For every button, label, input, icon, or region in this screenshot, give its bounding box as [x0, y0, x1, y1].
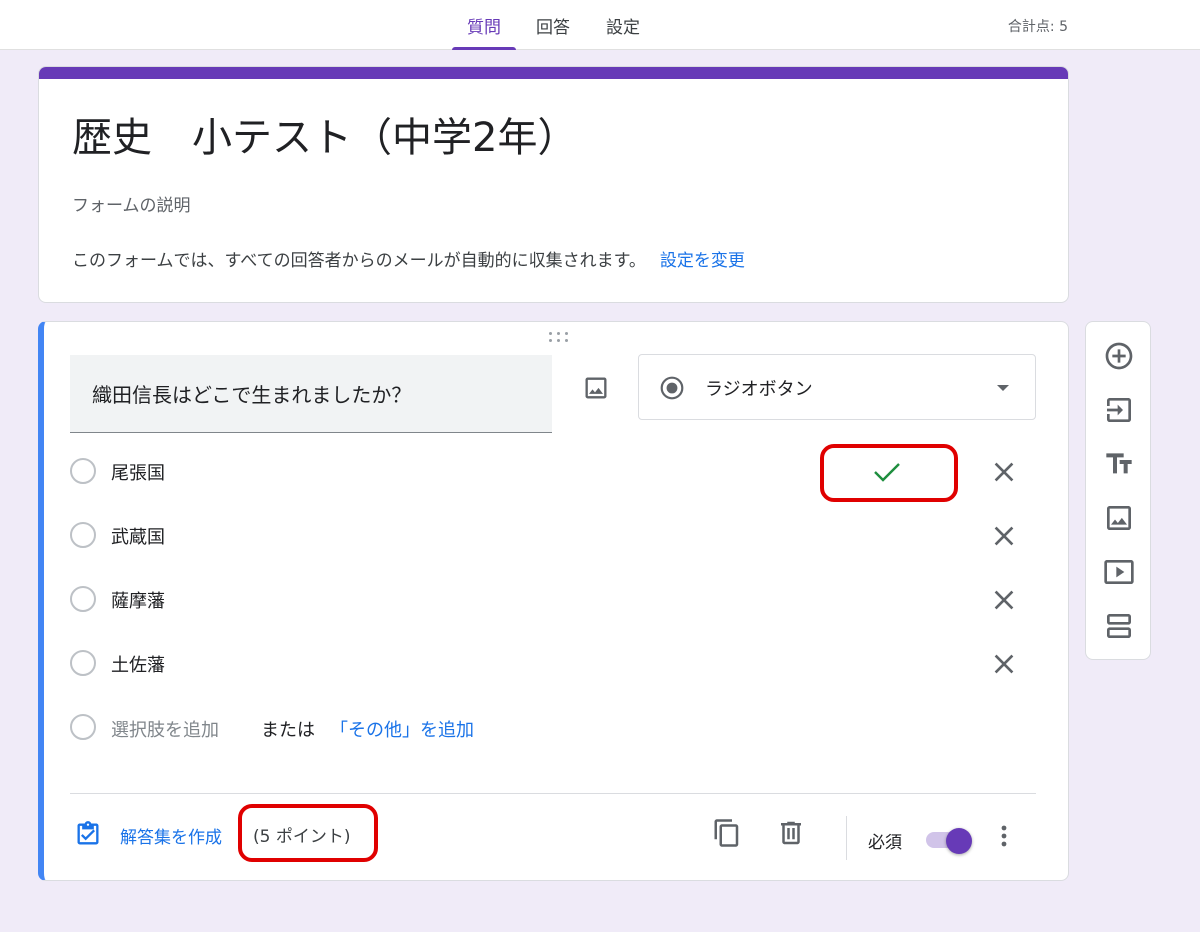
add-other-link[interactable]: 「その他」を追加	[330, 716, 474, 742]
radio-circle-icon	[70, 522, 96, 548]
form-title[interactable]: 歴史 小テスト（中学2年）	[72, 105, 577, 163]
form-header-card: 歴史 小テスト（中学2年） フォームの説明 このフォームでは、すべての回答者から…	[38, 66, 1069, 303]
remove-option-icon[interactable]	[988, 584, 1020, 616]
question-title: 織田信長はどこで生まれましたか？	[92, 383, 412, 407]
radio-circle-icon	[70, 586, 96, 612]
vertical-divider	[846, 816, 847, 860]
remove-option-icon[interactable]	[988, 520, 1020, 552]
add-option-button[interactable]: 選択肢を追加	[111, 716, 219, 742]
answer-key-label: 解答集を作成	[120, 828, 222, 848]
add-video-icon[interactable]	[1103, 556, 1135, 588]
top-bar: 質問 回答 設定 合計点: 5	[0, 0, 1200, 50]
import-questions-icon[interactable]	[1103, 394, 1135, 426]
option-label[interactable]: 尾張国	[111, 459, 165, 485]
or-text: または	[261, 720, 315, 741]
side-toolbar	[1085, 321, 1151, 660]
email-collection-note: このフォームでは、すべての回答者からのメールが自動的に収集されます。 設定を変更	[72, 246, 745, 271]
chevron-down-icon	[997, 385, 1009, 391]
add-option-row: 選択肢を追加 または 「その他」を追加	[70, 706, 670, 746]
correct-answer-mark[interactable]	[820, 444, 958, 502]
option-label[interactable]: 薩摩藩	[111, 587, 165, 613]
form-description[interactable]: フォームの説明	[72, 191, 191, 216]
add-title-icon[interactable]	[1103, 448, 1135, 480]
radio-button-checked-icon	[659, 375, 685, 405]
total-points: 合計点: 5	[1007, 19, 1068, 35]
assignment-check-icon	[77, 821, 99, 845]
delete-icon[interactable]	[776, 818, 808, 850]
remove-option-icon[interactable]	[988, 648, 1020, 680]
add-question-icon[interactable]	[1103, 340, 1135, 372]
change-settings-link[interactable]: 設定を変更	[660, 251, 745, 271]
radio-circle-icon	[70, 650, 96, 676]
duplicate-icon[interactable]	[712, 818, 744, 850]
tab-responses[interactable]: 回答	[527, 0, 579, 50]
email-note-text: このフォームでは、すべての回答者からのメールが自動的に収集されます。	[72, 251, 646, 271]
radio-circle-icon	[70, 714, 96, 740]
required-label: 必須	[868, 833, 902, 853]
points-label: (5 ポイント)	[253, 827, 351, 847]
add-image-icon[interactable]	[582, 374, 610, 402]
required-toggle[interactable]	[922, 826, 974, 854]
option-label[interactable]: 土佐藩	[111, 651, 165, 677]
question-type-dropdown[interactable]: ラジオボタン	[638, 354, 1036, 420]
option-row[interactable]: 土佐藩	[70, 644, 1030, 684]
tab-questions[interactable]: 質問	[452, 0, 516, 50]
divider	[70, 793, 1036, 794]
option-label[interactable]: 武蔵国	[111, 523, 165, 549]
question-type-label: ラジオボタン	[705, 379, 813, 400]
check-icon	[874, 463, 900, 482]
radio-circle-icon	[70, 458, 96, 484]
question-card[interactable]: 織田信長はどこで生まれましたか？ ラジオボタン 尾張国 武蔵国 薩摩藩 土佐藩 …	[38, 321, 1069, 881]
option-row[interactable]: 武蔵国	[70, 516, 1030, 556]
add-section-icon[interactable]	[1103, 610, 1135, 642]
remove-option-icon[interactable]	[988, 456, 1020, 488]
option-row[interactable]: 薩摩藩	[70, 580, 1030, 620]
drag-handle-icon[interactable]	[549, 332, 569, 344]
add-image-icon[interactable]	[1103, 502, 1135, 534]
tab-settings[interactable]: 設定	[597, 0, 649, 50]
header-accent-bar	[39, 67, 1068, 79]
question-title-field[interactable]: 織田信長はどこで生まれましたか？	[70, 355, 552, 433]
more-vert-icon[interactable]	[994, 820, 1014, 852]
points-highlight: (5 ポイント)	[238, 804, 378, 862]
